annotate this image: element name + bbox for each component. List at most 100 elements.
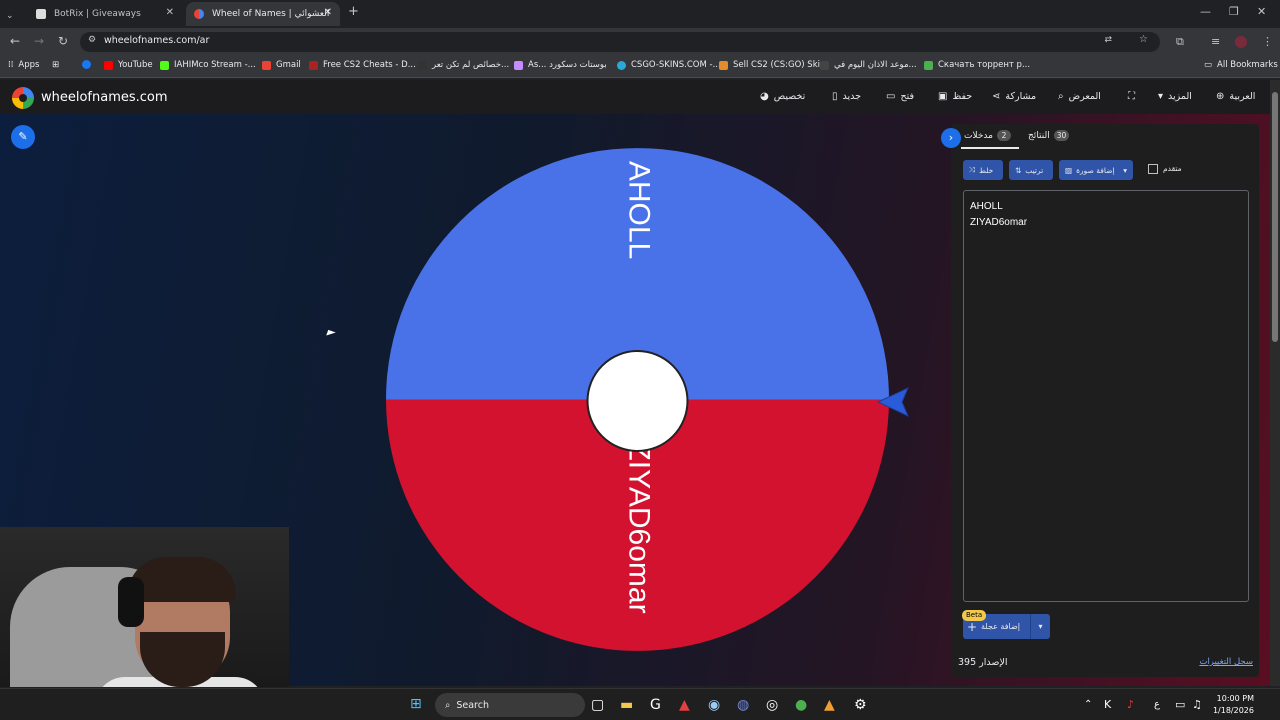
results-count-badge: 30 xyxy=(1053,130,1070,141)
menu-new[interactable]: ▯ جديد xyxy=(832,91,861,102)
bookmark-arabic-1[interactable]: خصائص لم تكن تعر... xyxy=(418,60,509,70)
bookmark-youtube[interactable]: YouTube xyxy=(104,60,153,70)
menu-customize[interactable]: ◕ تخصيص xyxy=(760,91,805,102)
menu-fullscreen[interactable]: ⛶ xyxy=(1128,91,1135,102)
advanced-checkbox[interactable] xyxy=(1148,164,1158,174)
menu-open[interactable]: ▭ فتح xyxy=(886,91,914,102)
back-icon[interactable]: ← xyxy=(10,34,20,48)
app-obs-icon[interactable]: ◎ xyxy=(766,697,778,713)
wheel-logo-icon[interactable] xyxy=(12,87,34,109)
reload-icon[interactable]: ↻ xyxy=(58,34,68,48)
entries-textarea[interactable]: AHOLL ZIYAD6omar xyxy=(963,190,1249,602)
kebab-menu-icon[interactable]: ⋮ xyxy=(1262,35,1273,48)
wheel-label-top: AHOLL xyxy=(623,161,656,259)
windows-start-icon[interactable]: ⊞ xyxy=(410,696,422,712)
tab-entries[interactable]: مدخلات 2 xyxy=(964,130,1011,141)
task-view-icon[interactable]: ▢ xyxy=(591,697,604,713)
clock[interactable]: 10:00 PM 1/18/2026 xyxy=(1210,693,1254,717)
sort-icon: ⇅ xyxy=(1015,165,1022,175)
minimize-icon[interactable]: — xyxy=(1200,5,1211,18)
menu-save[interactable]: ▣ حفظ xyxy=(938,91,972,102)
bookmark-facebook[interactable] xyxy=(82,60,96,69)
site-info-icon[interactable]: ⚙ xyxy=(88,35,96,45)
scrollbar-thumb[interactable] xyxy=(1272,92,1278,342)
wheel[interactable]: AHOLL ZIYAD6omar xyxy=(386,148,889,651)
botrix-favicon-icon xyxy=(36,9,46,19)
network-icon[interactable]: ▭ xyxy=(1175,698,1185,711)
brand-name[interactable]: wheelofnames.com xyxy=(41,90,168,105)
media-icon[interactable]: ≡ xyxy=(1211,35,1220,48)
wheel-pointer-icon xyxy=(876,386,909,418)
close-tab-icon[interactable]: ✕ xyxy=(324,7,332,18)
app-header: wheelofnames.com ◕ تخصيص ▯ جديد ▭ فتح ▣ حفظ … xyxy=(0,80,1270,114)
version-label: الإصدار xyxy=(979,657,1008,668)
close-tab-icon[interactable]: ✕ xyxy=(166,7,174,18)
bookmark-grid[interactable]: ⊞ xyxy=(52,60,59,70)
extensions-icon[interactable]: ⧉ xyxy=(1176,35,1184,49)
webcam-headset xyxy=(118,577,144,627)
taskbar-search[interactable]: ⌕ Search xyxy=(435,693,585,717)
bookmark-discord-posts[interactable]: As... بوستات دسكورد xyxy=(514,60,607,70)
image-icon: ▨ xyxy=(1065,165,1073,175)
app-orange-icon[interactable]: ▲ xyxy=(824,697,835,713)
tab-results[interactable]: النتائج 30 xyxy=(1028,130,1070,141)
steam-icon[interactable]: ◉ xyxy=(708,697,720,713)
translate-icon[interactable]: ⇄ xyxy=(1104,35,1112,45)
language-indicator[interactable]: ع xyxy=(1154,699,1160,710)
app-triangle-icon[interactable]: ▲ xyxy=(679,697,690,713)
file-icon: ▯ xyxy=(832,91,838,102)
new-tab-button[interactable]: + xyxy=(348,4,359,19)
discord-icon[interactable]: ◍ xyxy=(737,697,749,713)
kick-tray-icon[interactable]: K xyxy=(1104,698,1111,711)
edit-pencil-button[interactable]: ✎ xyxy=(11,125,35,149)
entries-count-badge: 2 xyxy=(996,130,1011,141)
collapse-panel-button[interactable]: › xyxy=(941,128,961,148)
bookmark-all[interactable]: ▭ All Bookmarks xyxy=(1204,60,1278,70)
sort-button[interactable]: ⇅ ترتيب xyxy=(1009,160,1053,180)
tab-wheel-of-names[interactable]: Wheel of Names | عجلة الأسماء العشوائية … xyxy=(186,2,340,26)
page-scrollbar[interactable] xyxy=(1270,80,1280,686)
share-icon: ⋖ xyxy=(992,91,1001,102)
star-icon[interactable]: ☆ xyxy=(1139,34,1148,45)
search-icon: ⌕ xyxy=(1058,91,1064,102)
save-icon: ▣ xyxy=(938,91,948,102)
tab-botrix[interactable]: BotRix | Giveaways ✕ xyxy=(28,2,182,26)
close-window-icon[interactable]: ✕ xyxy=(1257,5,1266,18)
forward-icon[interactable]: → xyxy=(34,34,44,48)
app-g-icon[interactable]: G xyxy=(650,697,661,713)
microphone-icon[interactable]: ♪ xyxy=(1127,698,1134,711)
bookmark-prayer-times[interactable]: موعد الاذان اليوم في... xyxy=(820,60,917,70)
torrent-icon xyxy=(924,60,933,70)
file-explorer-icon[interactable]: ▬ xyxy=(620,697,633,713)
bookmark-gmail[interactable]: Gmail xyxy=(262,60,301,70)
menu-gallery[interactable]: ⌕ المعرض xyxy=(1058,91,1101,102)
chrome-icon[interactable]: ● xyxy=(795,697,807,713)
profile-avatar[interactable] xyxy=(1235,36,1247,48)
address-bar[interactable]: ⚙ wheelofnames.com/ar ⇄ ☆ xyxy=(80,32,1160,52)
bookmark-cs2-cheats[interactable]: Free CS2 Cheats - D... xyxy=(309,60,416,70)
bookmark-sell-cs2[interactable]: Sell CS2 (CS:GO) Ski... xyxy=(719,60,828,70)
restore-icon[interactable]: ❐ xyxy=(1229,5,1239,18)
palette-icon: ◕ xyxy=(760,91,769,102)
tray-chevron-icon[interactable]: ⌃ xyxy=(1084,699,1092,710)
chevron-down-icon: ▾ xyxy=(1158,91,1164,102)
menu-language[interactable]: ⊕ العربية xyxy=(1216,91,1255,102)
tab-title: Wheel of Names | عجلة الأسماء العشوائية … xyxy=(212,9,330,19)
changelog-link[interactable]: سجل التغييرات xyxy=(1199,657,1253,667)
add-image-button[interactable]: ▨ إضافة صورة ▾ xyxy=(1059,160,1133,180)
bookmark-torrent[interactable]: Скачать торрент р... xyxy=(924,60,1030,70)
settings-gear-icon[interactable]: ⚙ xyxy=(854,697,867,713)
wheel-center-hub[interactable] xyxy=(586,350,689,452)
add-wheel-dropdown-icon[interactable]: ▾ xyxy=(1030,614,1050,639)
bookmark-kick[interactable]: IAHIMco Stream -... xyxy=(160,60,256,70)
shuffle-button[interactable]: ⤨ خلط xyxy=(963,160,1003,180)
url-text: wheelofnames.com/ar xyxy=(104,35,210,46)
menu-more[interactable]: ▾ المزيد xyxy=(1158,91,1192,102)
bookmark-csgo-skins[interactable]: CSGO-SKINS.COM -... xyxy=(617,60,721,70)
volume-icon[interactable]: ♫ xyxy=(1192,698,1202,711)
clock-time: 10:00 PM xyxy=(1216,694,1254,703)
advanced-label: متقدم xyxy=(1163,164,1182,173)
menu-share[interactable]: ⋖ مشاركة xyxy=(992,91,1036,102)
tab-search-icon[interactable]: ⌄ xyxy=(0,4,24,28)
bookmark-apps[interactable]: ⁞⁞ Apps xyxy=(8,60,39,70)
